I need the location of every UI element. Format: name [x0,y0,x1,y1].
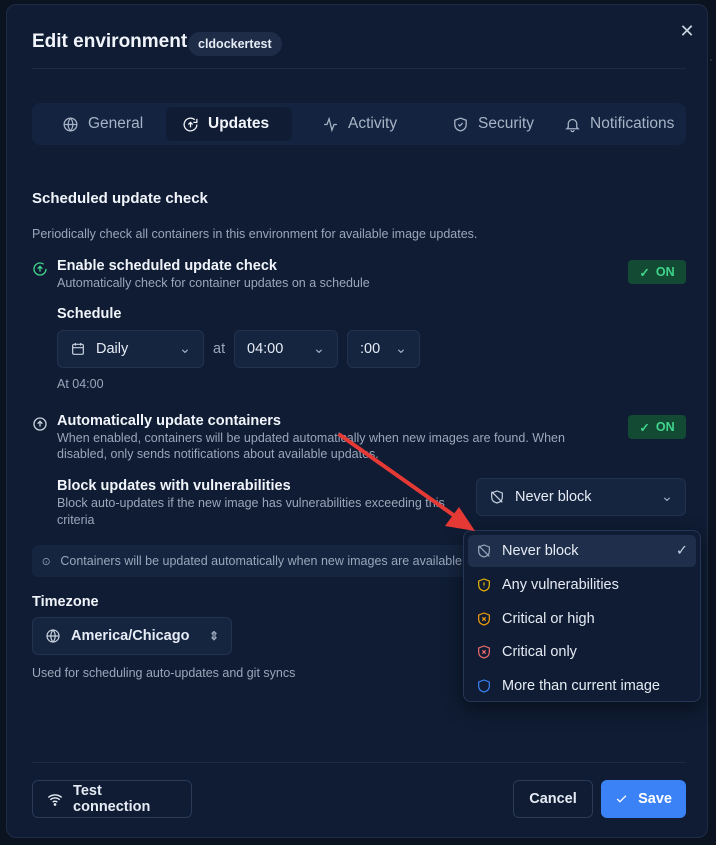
tab-notifications[interactable]: Notifications [548,107,690,141]
schedule-summary: At 04:00 [57,377,104,391]
menu-item-label: Any vulnerabilities [502,577,619,593]
tab-security[interactable]: Security [436,107,550,141]
refresh-up-icon [183,117,198,132]
test-connection-label: Test connection [73,783,151,815]
schedule-label: Schedule [57,306,122,322]
section-description: Periodically check all containers in thi… [32,227,478,241]
check-icon: ✓ [639,265,650,280]
save-label: Save [638,791,672,807]
enable-scheduled-description: Automatically check for container update… [57,276,370,290]
menu-item-critical-only[interactable]: Critical only [468,636,696,668]
menu-item-label: Critical only [502,644,577,660]
enable-scheduled-label: Enable scheduled update check [57,258,277,274]
test-connection-button[interactable]: Test connection [32,780,192,818]
info-text: Containers will be updated automatically… [60,554,462,568]
background-glyph: · [709,52,713,66]
block-updates-desc-1: Block auto-updates if the new image has … [57,496,445,510]
menu-item-label: More than current image [502,678,660,694]
shield-icon [478,679,490,693]
hour-select[interactable]: 04:00 ⌄ [234,330,338,368]
tab-general[interactable]: General [46,107,159,141]
toggle-state: ON [655,420,675,434]
activity-icon [324,116,337,132]
shield-x-icon [478,612,490,626]
minute-select[interactable]: :00 ⌄ [347,330,420,368]
block-updates-title: Block updates with vulnerabilities [57,478,291,494]
tab-label: Activity [348,115,398,132]
timezone-select[interactable]: America/Chicago ⇕ [32,617,232,655]
scheduled-check-toggle[interactable]: ✓ ON [628,260,686,284]
timezone-label: Timezone [32,594,99,610]
menu-item-critical-or-high[interactable]: Critical or high [468,603,696,635]
check-icon: ✓ [675,543,688,559]
section-title-scheduled: Scheduled update check [32,190,208,207]
block-updates-desc-2: criteria [57,513,95,527]
menu-item-label: Critical or high [502,611,595,627]
globe-icon [63,116,78,132]
check-icon: ✓ [639,420,650,435]
auto-update-desc-2: disabled, only sends notifications about… [57,447,379,461]
environment-badge: cldockertest [188,32,282,56]
block-criteria-value: Never block [515,489,592,505]
tab-activity[interactable]: Activity [306,107,413,141]
block-criteria-select[interactable]: Never block ⌄ [476,478,686,516]
bell-icon [565,118,580,132]
frequency-select[interactable]: Daily ⌄ [57,330,204,368]
auto-update-title: Automatically update containers [57,413,281,429]
chevrons-up-down-icon: ⇕ [208,629,219,643]
shield-alert-icon [478,578,490,592]
menu-item-label: Never block [502,543,579,559]
tab-label: General [88,115,144,132]
tab-bar: General Updates Activity Security Notifi… [32,103,686,145]
hour-value: 04:00 [247,341,284,357]
toggle-state: ON [655,265,675,279]
auto-update-desc-1: When enabled, containers will be updated… [57,431,565,445]
info-icon [42,557,50,565]
tab-label: Updates [208,115,270,132]
tab-label: Security [478,115,534,132]
tab-label: Notifications [590,115,675,132]
chevron-down-icon: ⌄ [312,341,325,357]
shield-x-icon [478,645,490,659]
at-label: at [213,341,226,357]
chevron-down-icon: ⌄ [660,489,673,505]
cancel-label: Cancel [529,791,577,807]
frequency-value: Daily [96,341,129,357]
shield-check-icon [454,116,467,132]
dialog-title: Edit environment [32,31,188,52]
block-criteria-menu: Never block ✓ Any vulnerabilities Critic… [463,530,701,702]
wifi-icon [47,793,63,806]
check-icon [616,795,627,803]
arrow-up-circle-icon [32,416,48,432]
header-divider [32,68,686,69]
menu-item-any-vulnerabilities[interactable]: Any vulnerabilities [468,569,696,601]
cancel-button[interactable]: Cancel [513,780,593,818]
minute-value: :00 [360,341,381,357]
auto-update-toggle[interactable]: ✓ ON [628,415,686,439]
timezone-hint: Used for scheduling auto-updates and git… [32,666,296,680]
auto-update-info-banner: Containers will be updated automatically… [32,545,472,577]
tab-updates[interactable]: Updates [166,107,292,141]
globe-icon [46,629,60,643]
timezone-value: America/Chicago [71,628,190,644]
menu-item-never-block[interactable]: Never block ✓ [468,535,696,567]
footer-divider [32,762,686,763]
shield-off-icon [491,490,503,504]
shield-off-icon [478,544,490,558]
menu-item-more-than-current[interactable]: More than current image [468,670,696,702]
calendar-icon [72,343,84,355]
edit-environment-dialog: Edit environment cldockertest ✕ General … [6,4,708,838]
chevron-down-icon: ⌄ [394,341,407,357]
refresh-up-icon [32,261,48,277]
close-icon[interactable]: ✕ [677,21,697,41]
chevron-down-icon: ⌄ [178,341,191,357]
save-button[interactable]: Save [601,780,686,818]
